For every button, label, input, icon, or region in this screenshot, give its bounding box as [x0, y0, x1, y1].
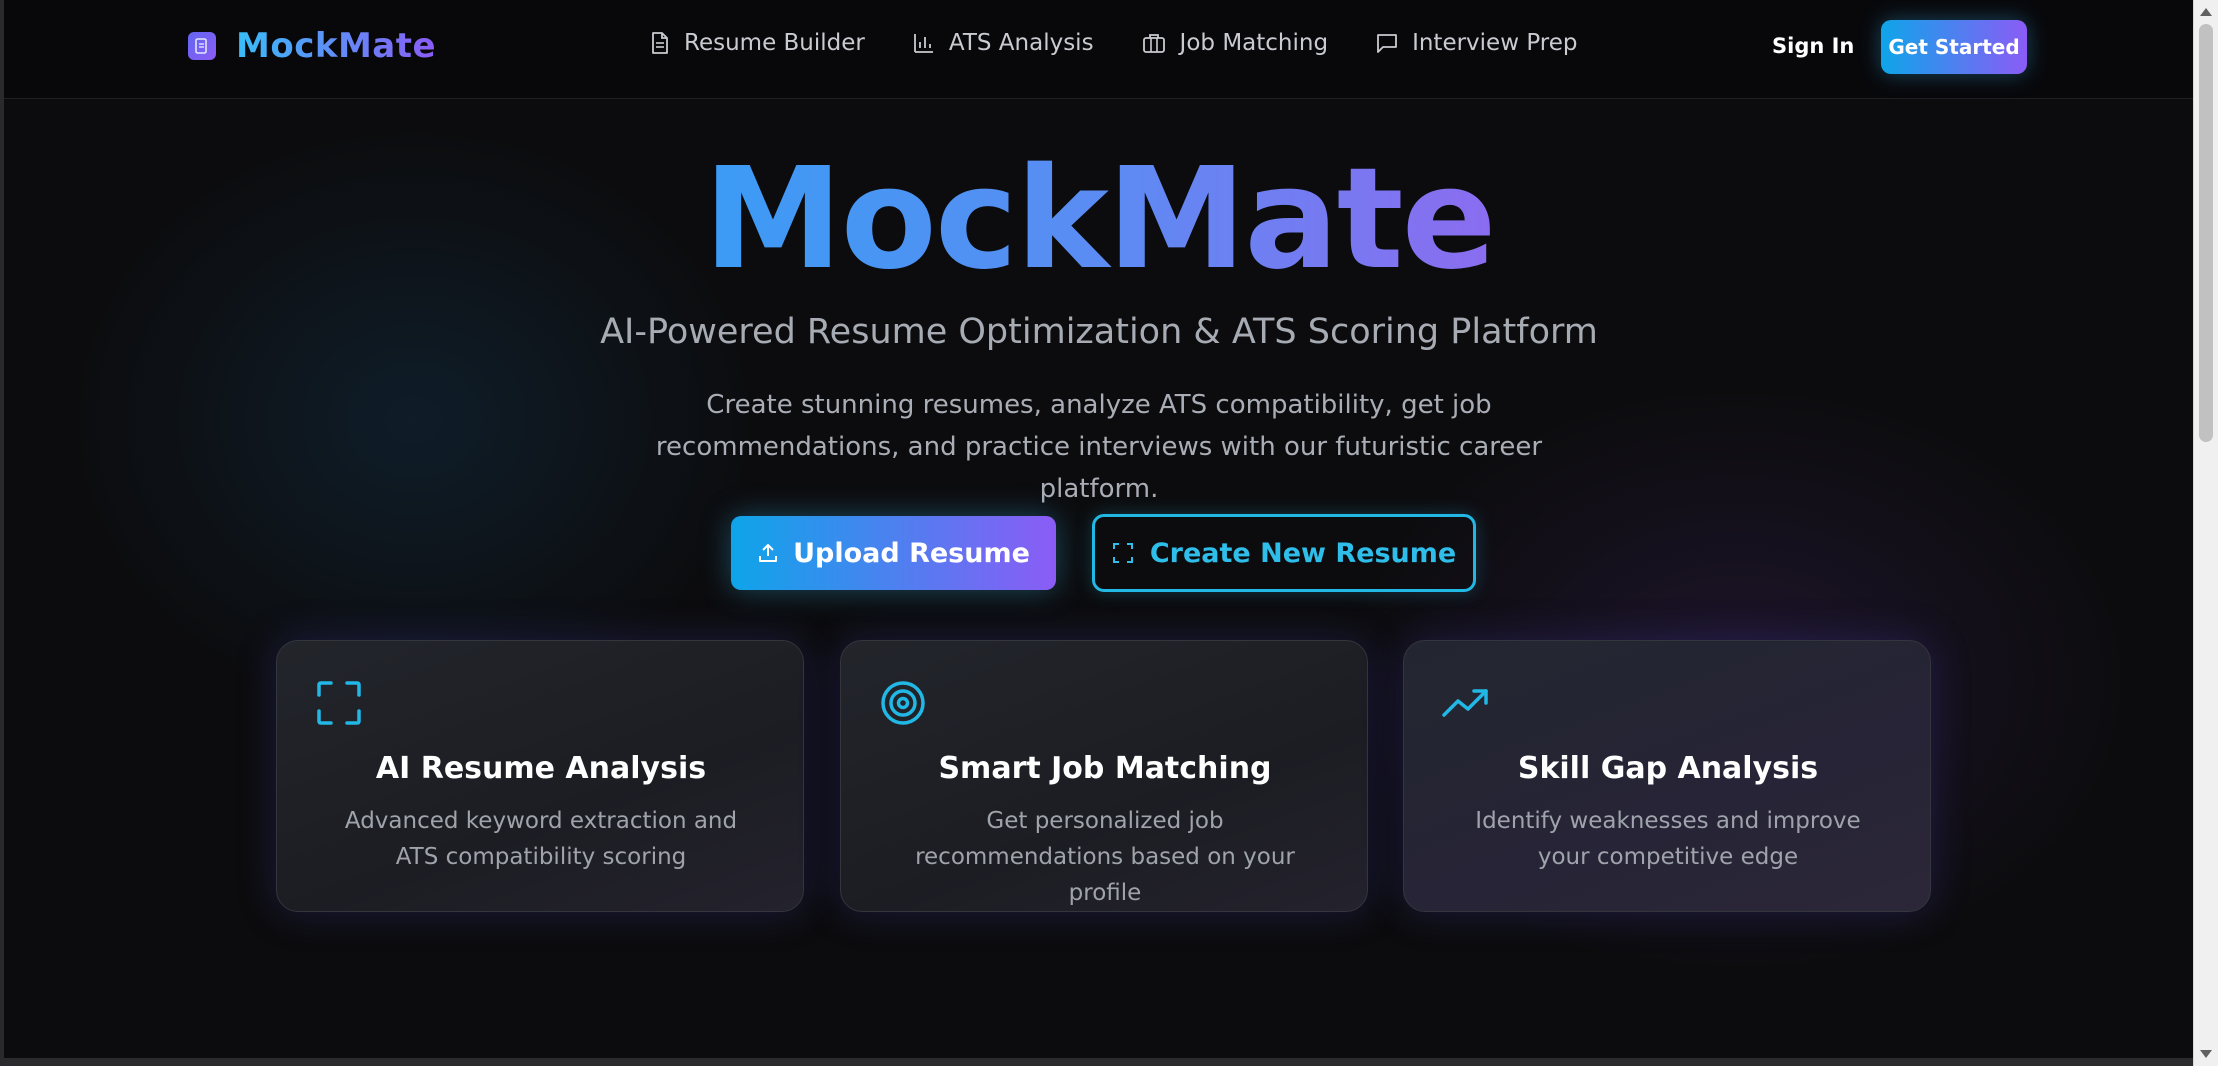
top-navbar: MockMate Resume Builder ATS Analysis Job… [4, 0, 2194, 99]
get-started-button[interactable]: Get Started [1881, 20, 2027, 74]
feature-title: Smart Job Matching [938, 751, 1272, 786]
brand[interactable]: MockMate [188, 26, 436, 66]
nav-link-interview-prep[interactable]: Interview Prep [1376, 30, 1578, 56]
feature-description: Advanced keyword extraction and ATS comp… [344, 808, 738, 870]
upload-icon [759, 544, 778, 562]
nav-links: Resume Builder ATS Analysis Job Matching… [650, 30, 1578, 56]
create-new-resume-button[interactable]: Create New Resume [1092, 514, 1476, 592]
document-icon [652, 32, 668, 54]
upload-resume-label: Upload Resume [793, 537, 1030, 569]
scroll-up-arrow-icon[interactable] [2200, 8, 2212, 16]
bar-chart-icon [913, 34, 933, 53]
feature-title: Skill Gap Analysis [1517, 751, 1819, 786]
feature-card-smart-job-matching[interactable]: Smart Job Matching Get personalized job … [840, 640, 1368, 912]
nav-link-label: ATS Analysis [948, 30, 1094, 56]
hero-title: MockMate [4, 140, 2194, 300]
upload-resume-button[interactable]: Upload Resume [731, 516, 1056, 590]
nav-link-label: Interview Prep [1412, 30, 1578, 56]
brand-name: MockMate [236, 26, 437, 66]
target-icon [881, 681, 925, 725]
nav-link-ats-analysis[interactable]: ATS Analysis [913, 30, 1094, 56]
hero-title-text: MockMate [703, 138, 1496, 301]
nav-link-label: Job Matching [1179, 30, 1329, 56]
scrollbar-thumb[interactable] [2199, 24, 2213, 442]
scroll-down-arrow-icon[interactable] [2200, 1050, 2212, 1058]
vertical-scrollbar[interactable] [2193, 0, 2218, 1066]
sign-in-link[interactable]: Sign In [1772, 34, 1854, 58]
hero-description: Create stunning resumes, analyze ATS com… [655, 390, 1543, 504]
bottom-edge [4, 1058, 2198, 1066]
feature-title: AI Resume Analysis [375, 751, 707, 786]
create-new-resume-label: Create New Resume [1149, 537, 1457, 569]
briefcase-icon [1142, 34, 1165, 53]
nav-link-job-matching[interactable]: Job Matching [1142, 30, 1329, 56]
feature-description: Get personalized job recommendations bas… [915, 808, 1295, 906]
trending-up-icon [1442, 689, 1488, 717]
message-square-icon [1377, 34, 1397, 53]
scan-icon [317, 681, 361, 725]
logo-icon [188, 32, 216, 60]
scan-icon [1112, 543, 1133, 563]
hero-subtitle: AI-Powered Resume Optimization & ATS Sco… [600, 312, 1598, 352]
nav-link-label: Resume Builder [684, 30, 865, 56]
feature-card-skill-gap-analysis[interactable]: Skill Gap Analysis Identify weaknesses a… [1403, 640, 1931, 912]
nav-link-resume-builder[interactable]: Resume Builder [650, 30, 865, 56]
feature-description: Identify weaknesses and improve your com… [1475, 808, 1861, 870]
feature-card-ai-resume-analysis[interactable]: AI Resume Analysis Advanced keyword extr… [276, 640, 804, 912]
page: MockMate Resume Builder ATS Analysis Job… [0, 0, 2218, 1066]
